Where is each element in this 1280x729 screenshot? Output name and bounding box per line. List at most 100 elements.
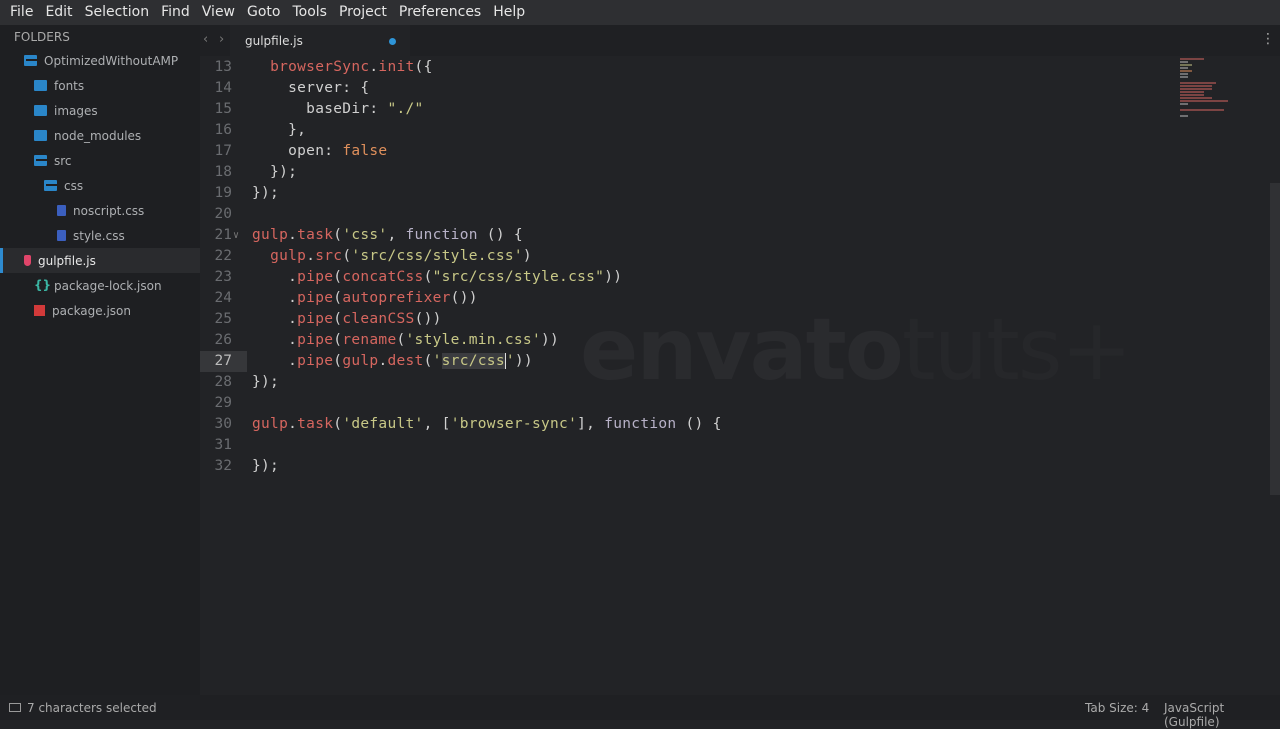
code-token: pipe: [297, 311, 334, 327]
tree-item[interactable]: fonts: [0, 73, 200, 98]
menu-tools[interactable]: Tools: [286, 0, 333, 25]
code-token: open:: [252, 143, 343, 159]
code-token: (: [333, 332, 343, 348]
line-number: 26: [214, 332, 232, 348]
code-token: .: [288, 416, 298, 432]
minimap-line: [1180, 100, 1228, 102]
tree-item[interactable]: noscript.css: [0, 198, 200, 223]
tree-item[interactable]: src: [0, 148, 200, 173]
tree-item-label: style.css: [73, 228, 125, 243]
code-token: .: [252, 269, 298, 285]
tree-item-label: noscript.css: [73, 203, 145, 218]
line-number: 32: [214, 458, 232, 474]
line-number: 19: [214, 185, 232, 201]
code-line: 18 });: [200, 162, 1270, 183]
minimap-line: [1180, 73, 1188, 75]
tree-item-label: fonts: [54, 78, 85, 93]
line-number: 31: [214, 437, 232, 453]
more-icon[interactable]: ⋮: [1261, 31, 1275, 47]
line-number: 25: [214, 311, 232, 327]
code-line: 23 .pipe(concatCss("src/css/style.css")): [200, 267, 1270, 288]
code-line: 14 server: {: [200, 78, 1270, 99]
code-token: (: [342, 248, 352, 264]
tab-gulpfile[interactable]: gulpfile.js: [230, 25, 410, 56]
menu-edit[interactable]: Edit: [39, 0, 78, 25]
code-line: 15 baseDir: "./": [200, 99, 1270, 120]
code-token: cleanCSS: [342, 311, 415, 327]
minimap-line: [1180, 82, 1216, 84]
syntax-selector[interactable]: JavaScript (Gulpfile): [1164, 701, 1280, 729]
tree-item-label: package-lock.json: [54, 278, 162, 293]
menu-find[interactable]: Find: [155, 0, 196, 25]
code-token: gulp: [270, 248, 307, 264]
code-token: .: [306, 248, 316, 264]
code-token: .: [288, 227, 298, 243]
code-token: 'css': [342, 227, 388, 243]
code-token: });: [252, 185, 280, 201]
tab-size[interactable]: Tab Size: 4: [1085, 701, 1149, 715]
unsaved-dot-icon[interactable]: [389, 38, 396, 45]
code-line: 16 },: [200, 120, 1270, 141]
menu-bar: File Edit Selection Find View Goto Tools Projec…: [0, 0, 1280, 25]
tree-item[interactable]: package.json: [0, 298, 200, 323]
code-text: });: [252, 372, 279, 393]
line-number: 13: [214, 59, 232, 75]
tree-item[interactable]: gulpfile.js: [0, 248, 200, 273]
line-number: 24: [214, 290, 232, 306]
minimap-line: [1180, 106, 1184, 108]
code-token: pipe: [297, 353, 334, 369]
tree-item[interactable]: images: [0, 98, 200, 123]
minimap-line: [1180, 67, 1188, 69]
fold-chevron-icon[interactable]: ∨: [233, 225, 239, 246]
folder-open-icon: [24, 55, 37, 66]
minimap[interactable]: [1180, 58, 1230, 122]
menu-help[interactable]: Help: [487, 0, 531, 25]
code-token: .: [252, 290, 298, 306]
code-token: (: [333, 227, 343, 243]
menu-file[interactable]: File: [4, 0, 39, 25]
tree-item-label: images: [54, 103, 98, 118]
nav-forward-icon[interactable]: ›: [219, 32, 224, 47]
tree-item-label: OptimizedWithoutAMP: [44, 53, 179, 68]
code-token: init: [378, 59, 415, 75]
tree-item[interactable]: node_modules: [0, 123, 200, 148]
minimap-line: [1180, 112, 1184, 114]
tree-item[interactable]: {} package-lock.json: [0, 273, 200, 298]
menu-view[interactable]: View: [196, 0, 241, 25]
code-token: () {: [477, 227, 523, 243]
code-token: (: [423, 269, 433, 285]
menu-selection[interactable]: Selection: [79, 0, 156, 25]
code-token: .: [252, 353, 298, 369]
menu-preferences[interactable]: Preferences: [393, 0, 487, 25]
code-token: function: [405, 227, 478, 243]
code-text: gulp.src('src/css/style.css'): [252, 246, 532, 267]
line-number: 23: [214, 269, 232, 285]
code-text: gulp.task('default', ['browser-sync'], f…: [252, 414, 722, 435]
code-token: pipe: [297, 332, 334, 348]
tree-item[interactable]: style.css: [0, 223, 200, 248]
code-text: gulp.task('css', function () {: [252, 225, 523, 246]
code-line: 26 .pipe(rename('style.min.css')): [200, 330, 1270, 351]
selection-status: 7 characters selected: [27, 700, 157, 715]
code-text: baseDir: "./": [252, 99, 424, 120]
menu-project[interactable]: Project: [333, 0, 393, 25]
folder-open-icon: [34, 155, 47, 166]
code-token: });: [252, 374, 280, 390]
code-token: autoprefixer: [342, 290, 451, 306]
code-token: (: [423, 353, 433, 369]
minimap-line: [1180, 61, 1188, 63]
code-text: },: [252, 120, 306, 141]
minimap-line: [1180, 58, 1204, 60]
folder-icon: [34, 80, 47, 91]
css-file-icon: [57, 230, 66, 241]
nav-back-icon[interactable]: ‹: [203, 32, 208, 47]
menu-goto[interactable]: Goto: [241, 0, 286, 25]
tree-item[interactable]: css: [0, 173, 200, 198]
panel-toggle-icon[interactable]: [9, 703, 21, 712]
code-token: false: [342, 143, 388, 159]
tree-item[interactable]: OptimizedWithoutAMP: [0, 48, 200, 73]
code-token: (: [333, 353, 343, 369]
code-token: ': [505, 353, 515, 369]
scrollbar[interactable]: [1270, 183, 1280, 495]
json-file-icon: {}: [34, 278, 52, 292]
